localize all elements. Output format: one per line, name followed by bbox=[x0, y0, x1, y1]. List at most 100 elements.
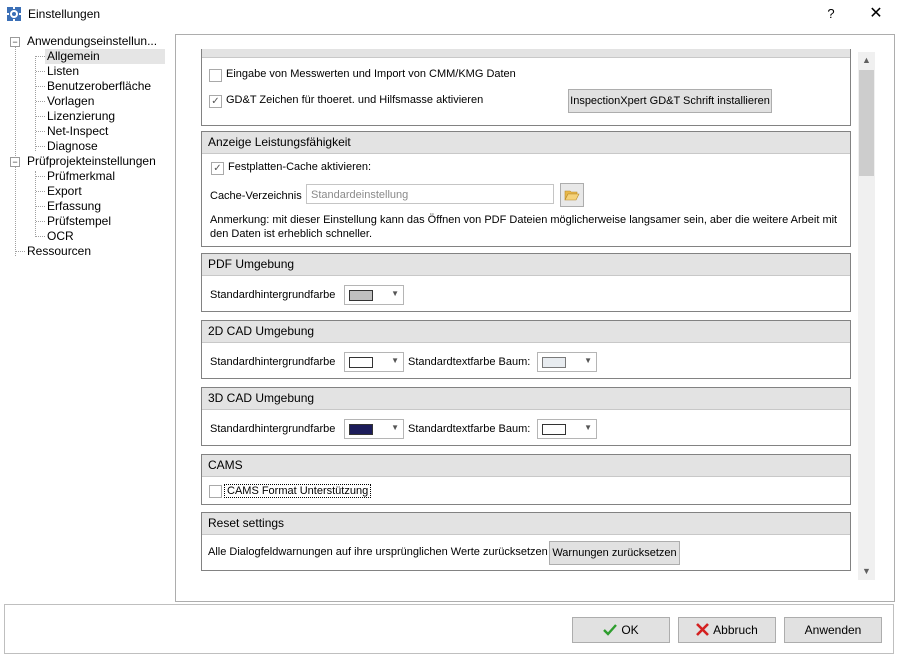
tree-guide-line bbox=[36, 221, 45, 222]
tree-item-vorlagen[interactable]: Vorlagen bbox=[47, 94, 94, 109]
cams-format-checkbox[interactable] bbox=[209, 485, 222, 498]
tree-guide-line bbox=[35, 171, 36, 237]
tree-item-export[interactable]: Export bbox=[47, 184, 82, 199]
tree-guide-line bbox=[36, 176, 45, 177]
checkmark-icon bbox=[603, 624, 618, 636]
tree-guide-line bbox=[36, 206, 45, 207]
tree-guide-line bbox=[36, 191, 45, 192]
install-gdt-font-button[interactable]: InspectionXpert GD&T Schrift installiere… bbox=[568, 89, 772, 113]
cad3d-bg-label: Standardhintergrundfarbe bbox=[210, 423, 336, 435]
ok-label: OK bbox=[621, 623, 639, 637]
tree-item-ressourcen[interactable]: Ressourcen bbox=[27, 244, 91, 259]
tree-guide-line bbox=[36, 101, 45, 102]
app-settings-icon bbox=[6, 6, 22, 22]
cancel-label: Abbruch bbox=[713, 623, 758, 637]
cad2d-bg-label: Standardhintergrundfarbe bbox=[210, 356, 336, 368]
reset-warnings-button[interactable]: Warnungen zurücksetzen bbox=[549, 541, 680, 565]
help-button[interactable]: ? bbox=[820, 3, 842, 25]
dropdown-arrow-icon: ▼ bbox=[584, 423, 592, 432]
measure-import-label: Eingabe von Messwerten und Import von CM… bbox=[226, 68, 516, 80]
tree-item-ocr[interactable]: OCR bbox=[47, 229, 74, 244]
color-swatch bbox=[349, 290, 373, 301]
color-swatch bbox=[542, 424, 566, 435]
cross-icon bbox=[696, 623, 710, 636]
ok-button[interactable]: OK bbox=[572, 617, 670, 643]
tree-item-lizenzierung[interactable]: Lizenzierung bbox=[47, 109, 115, 124]
group-performance: Anzeige Leistungsfähigkeit ✓ Festplatten… bbox=[201, 131, 851, 247]
pdf-bg-label: Standardhintergrundfarbe bbox=[210, 289, 336, 301]
tree-item-pruefmerkmal[interactable]: Prüfmerkmal bbox=[47, 169, 115, 184]
disk-cache-checkbox[interactable]: ✓ bbox=[211, 162, 224, 175]
cache-dir-label: Cache-Verzeichnis bbox=[210, 190, 302, 202]
close-button[interactable]: ✕ bbox=[862, 3, 890, 25]
cad3d-bg-color-picker[interactable]: ▼ bbox=[344, 419, 404, 439]
scroll-down-icon[interactable]: ▼ bbox=[858, 563, 875, 580]
tree-guide-line bbox=[36, 236, 45, 237]
measure-import-checkbox[interactable] bbox=[209, 69, 222, 82]
gdt-checkbox[interactable]: ✓ bbox=[209, 95, 222, 108]
group-2d-cad: 2D CAD Umgebung Standardhintergrundfarbe… bbox=[201, 320, 851, 379]
dialog-footer: OK Abbruch Anwenden bbox=[4, 604, 894, 654]
cancel-button[interactable]: Abbruch bbox=[678, 617, 776, 643]
tree-guide-line bbox=[36, 71, 45, 72]
cache-dir-input[interactable]: Standardeinstellung bbox=[306, 184, 554, 204]
vertical-scrollbar[interactable]: ▲ ▼ bbox=[858, 52, 875, 580]
group-header-performance: Anzeige Leistungsfähigkeit bbox=[202, 132, 850, 154]
tree-guide-line bbox=[36, 86, 45, 87]
color-swatch bbox=[542, 357, 566, 368]
tree-item-pruefstempel[interactable]: Prüfstempel bbox=[47, 214, 111, 229]
tree-item-net-inspect[interactable]: Net-Inspect bbox=[47, 124, 108, 139]
group-header-pdf: PDF Umgebung bbox=[202, 254, 850, 276]
tree-guide-line bbox=[15, 46, 16, 256]
group-reset: Reset settings Alle Dialogfeldwarnungen … bbox=[201, 512, 851, 571]
collapse-toggle-project-settings[interactable]: − bbox=[10, 157, 20, 167]
pdf-bg-color-picker[interactable]: ▼ bbox=[344, 285, 404, 305]
scroll-thumb[interactable] bbox=[859, 70, 874, 176]
tree-guide-line bbox=[36, 131, 45, 132]
title-bar: Einstellungen ? ✕ bbox=[0, 0, 898, 28]
tree-item-listen[interactable]: Listen bbox=[47, 64, 79, 79]
tree-item-erfassung[interactable]: Erfassung bbox=[47, 199, 101, 214]
tree-item-project-settings[interactable]: Prüfprojekteinstellungen bbox=[27, 154, 156, 169]
dropdown-arrow-icon: ▼ bbox=[391, 289, 399, 298]
reset-description: Alle Dialogfeldwarnungen auf ihre ursprü… bbox=[208, 546, 548, 558]
dropdown-arrow-icon: ▼ bbox=[391, 423, 399, 432]
color-swatch bbox=[349, 424, 373, 435]
gdt-label: GD&T Zeichen für thoeret. und Hilfsmasse… bbox=[226, 94, 484, 106]
cad2d-bg-color-picker[interactable]: ▼ bbox=[344, 352, 404, 372]
settings-content: Eingabe von Messwerten und Import von CM… bbox=[200, 49, 852, 580]
disk-cache-label: Festplatten-Cache aktivieren: bbox=[228, 161, 372, 173]
tree-guide-line bbox=[36, 56, 45, 57]
window-title: Einstellungen bbox=[28, 7, 101, 21]
cad2d-tree-text-label: Standardtextfarbe Baum: bbox=[408, 356, 531, 368]
tree-item-app-settings[interactable]: Anwendungseinstellun... bbox=[27, 34, 157, 49]
folder-open-icon bbox=[564, 190, 580, 201]
group-header-reset: Reset settings bbox=[202, 513, 850, 535]
group-header-cams: CAMS bbox=[202, 455, 850, 477]
group-3d-cad: 3D CAD Umgebung Standardhintergrundfarbe… bbox=[201, 387, 851, 446]
color-swatch bbox=[349, 357, 373, 368]
group-pdf: PDF Umgebung Standardhintergrundfarbe ▼ bbox=[201, 253, 851, 312]
cad2d-tree-text-color-picker[interactable]: ▼ bbox=[537, 352, 597, 372]
tree-item-allgemein[interactable]: Allgemein bbox=[45, 49, 165, 64]
tree-guide-line bbox=[36, 146, 45, 147]
apply-button[interactable]: Anwenden bbox=[784, 617, 882, 643]
group-cams: CAMS CAMS Format Unterstützung bbox=[201, 454, 851, 505]
group-header-3d-cad: 3D CAD Umgebung bbox=[202, 388, 850, 410]
dropdown-arrow-icon: ▼ bbox=[391, 356, 399, 365]
group-header bbox=[202, 49, 850, 58]
browse-folder-button[interactable] bbox=[560, 183, 584, 207]
dropdown-arrow-icon: ▼ bbox=[584, 356, 592, 365]
cache-note: Anmerkung: mit dieser Einstellung kann d… bbox=[210, 214, 838, 240]
group-measurement: Eingabe von Messwerten und Import von CM… bbox=[201, 49, 851, 126]
tree-item-benutzeroberflaeche[interactable]: Benutzeroberfläche bbox=[47, 79, 151, 94]
collapse-toggle-app-settings[interactable]: − bbox=[10, 37, 20, 47]
tree-guide-line bbox=[16, 251, 25, 252]
cad3d-tree-text-color-picker[interactable]: ▼ bbox=[537, 419, 597, 439]
tree-guide-line bbox=[36, 116, 45, 117]
scroll-up-icon[interactable]: ▲ bbox=[858, 52, 875, 69]
cams-format-label: CAMS Format Unterstützung bbox=[224, 484, 372, 498]
cad3d-tree-text-label: Standardtextfarbe Baum: bbox=[408, 423, 531, 435]
group-header-2d-cad: 2D CAD Umgebung bbox=[202, 321, 850, 343]
tree-item-diagnose[interactable]: Diagnose bbox=[47, 139, 98, 154]
